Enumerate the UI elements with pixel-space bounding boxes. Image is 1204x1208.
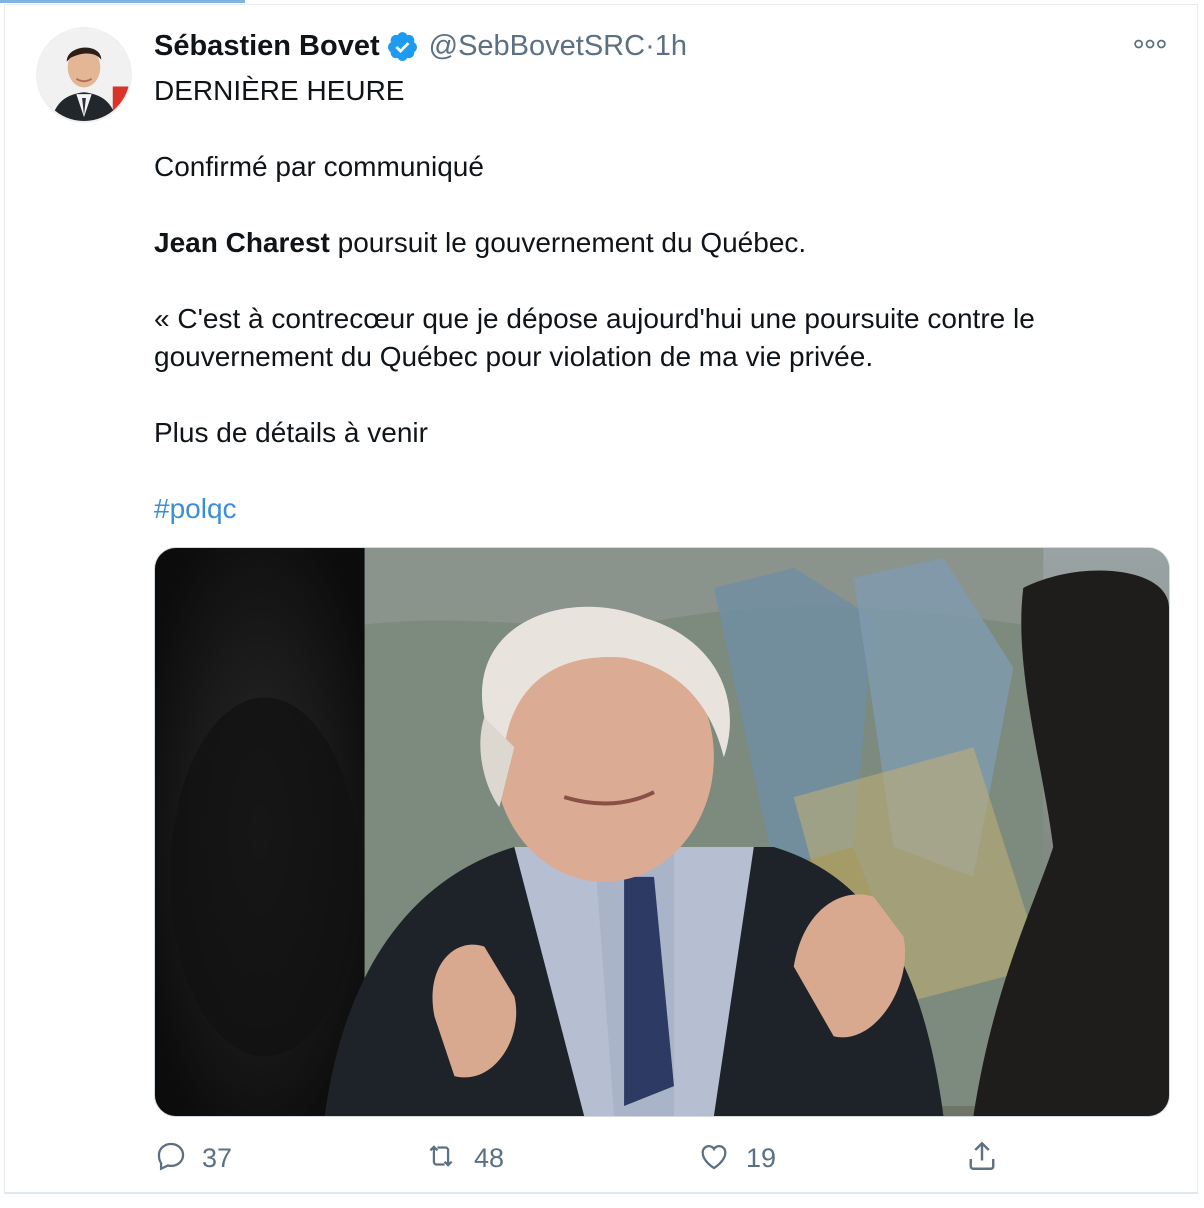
- reply-icon: [154, 1139, 188, 1178]
- author-handle[interactable]: @SebBovetSRC: [429, 30, 645, 63]
- avatar[interactable]: [36, 27, 132, 123]
- retweet-button[interactable]: 48: [422, 1134, 504, 1182]
- more-options-icon[interactable]: [1130, 32, 1170, 56]
- like-button[interactable]: 19: [696, 1134, 776, 1182]
- retweet-count: 48: [474, 1142, 505, 1173]
- reply-count: 37: [202, 1142, 233, 1173]
- lawsuit-text: poursuit le gouvernement du Québec.: [329, 227, 807, 258]
- tweet-line-quote: « C'est à contrecœur que je dépose aujou…: [154, 303, 1035, 372]
- tweet-header: Sébastien Bovet @SebBovetSRC · 1h: [154, 28, 687, 64]
- tweet-text: DERNIÈRE HEURE Confirmé par communiqué J…: [154, 72, 1164, 528]
- tweet-line-confirmed: Confirmé par communiqué: [154, 151, 484, 182]
- top-accent-line: [0, 0, 245, 3]
- retweet-icon: [422, 1139, 460, 1178]
- verified-badge-icon: [386, 30, 419, 63]
- reply-button[interactable]: 37: [154, 1134, 232, 1182]
- author-name[interactable]: Sébastien Bovet: [154, 30, 380, 63]
- share-icon: [964, 1138, 1000, 1179]
- header-separator: ·: [645, 29, 655, 62]
- share-button[interactable]: [964, 1134, 1000, 1182]
- tweet-time[interactable]: 1h: [655, 30, 687, 63]
- tweet-line-breaking: DERNIÈRE HEURE: [154, 75, 405, 106]
- tweet-line-details: Plus de détails à venir: [154, 417, 428, 448]
- tweet-photo[interactable]: [154, 547, 1170, 1117]
- tweet-line-lawsuit: Jean Charest poursuit le gouvernement du…: [154, 224, 1164, 262]
- like-icon: [696, 1139, 732, 1178]
- tweet-actions: 37 48 19: [154, 1134, 1170, 1182]
- bold-name: Jean Charest: [154, 227, 330, 258]
- hashtag-link[interactable]: #polqc: [154, 493, 237, 524]
- like-count: 19: [746, 1142, 777, 1173]
